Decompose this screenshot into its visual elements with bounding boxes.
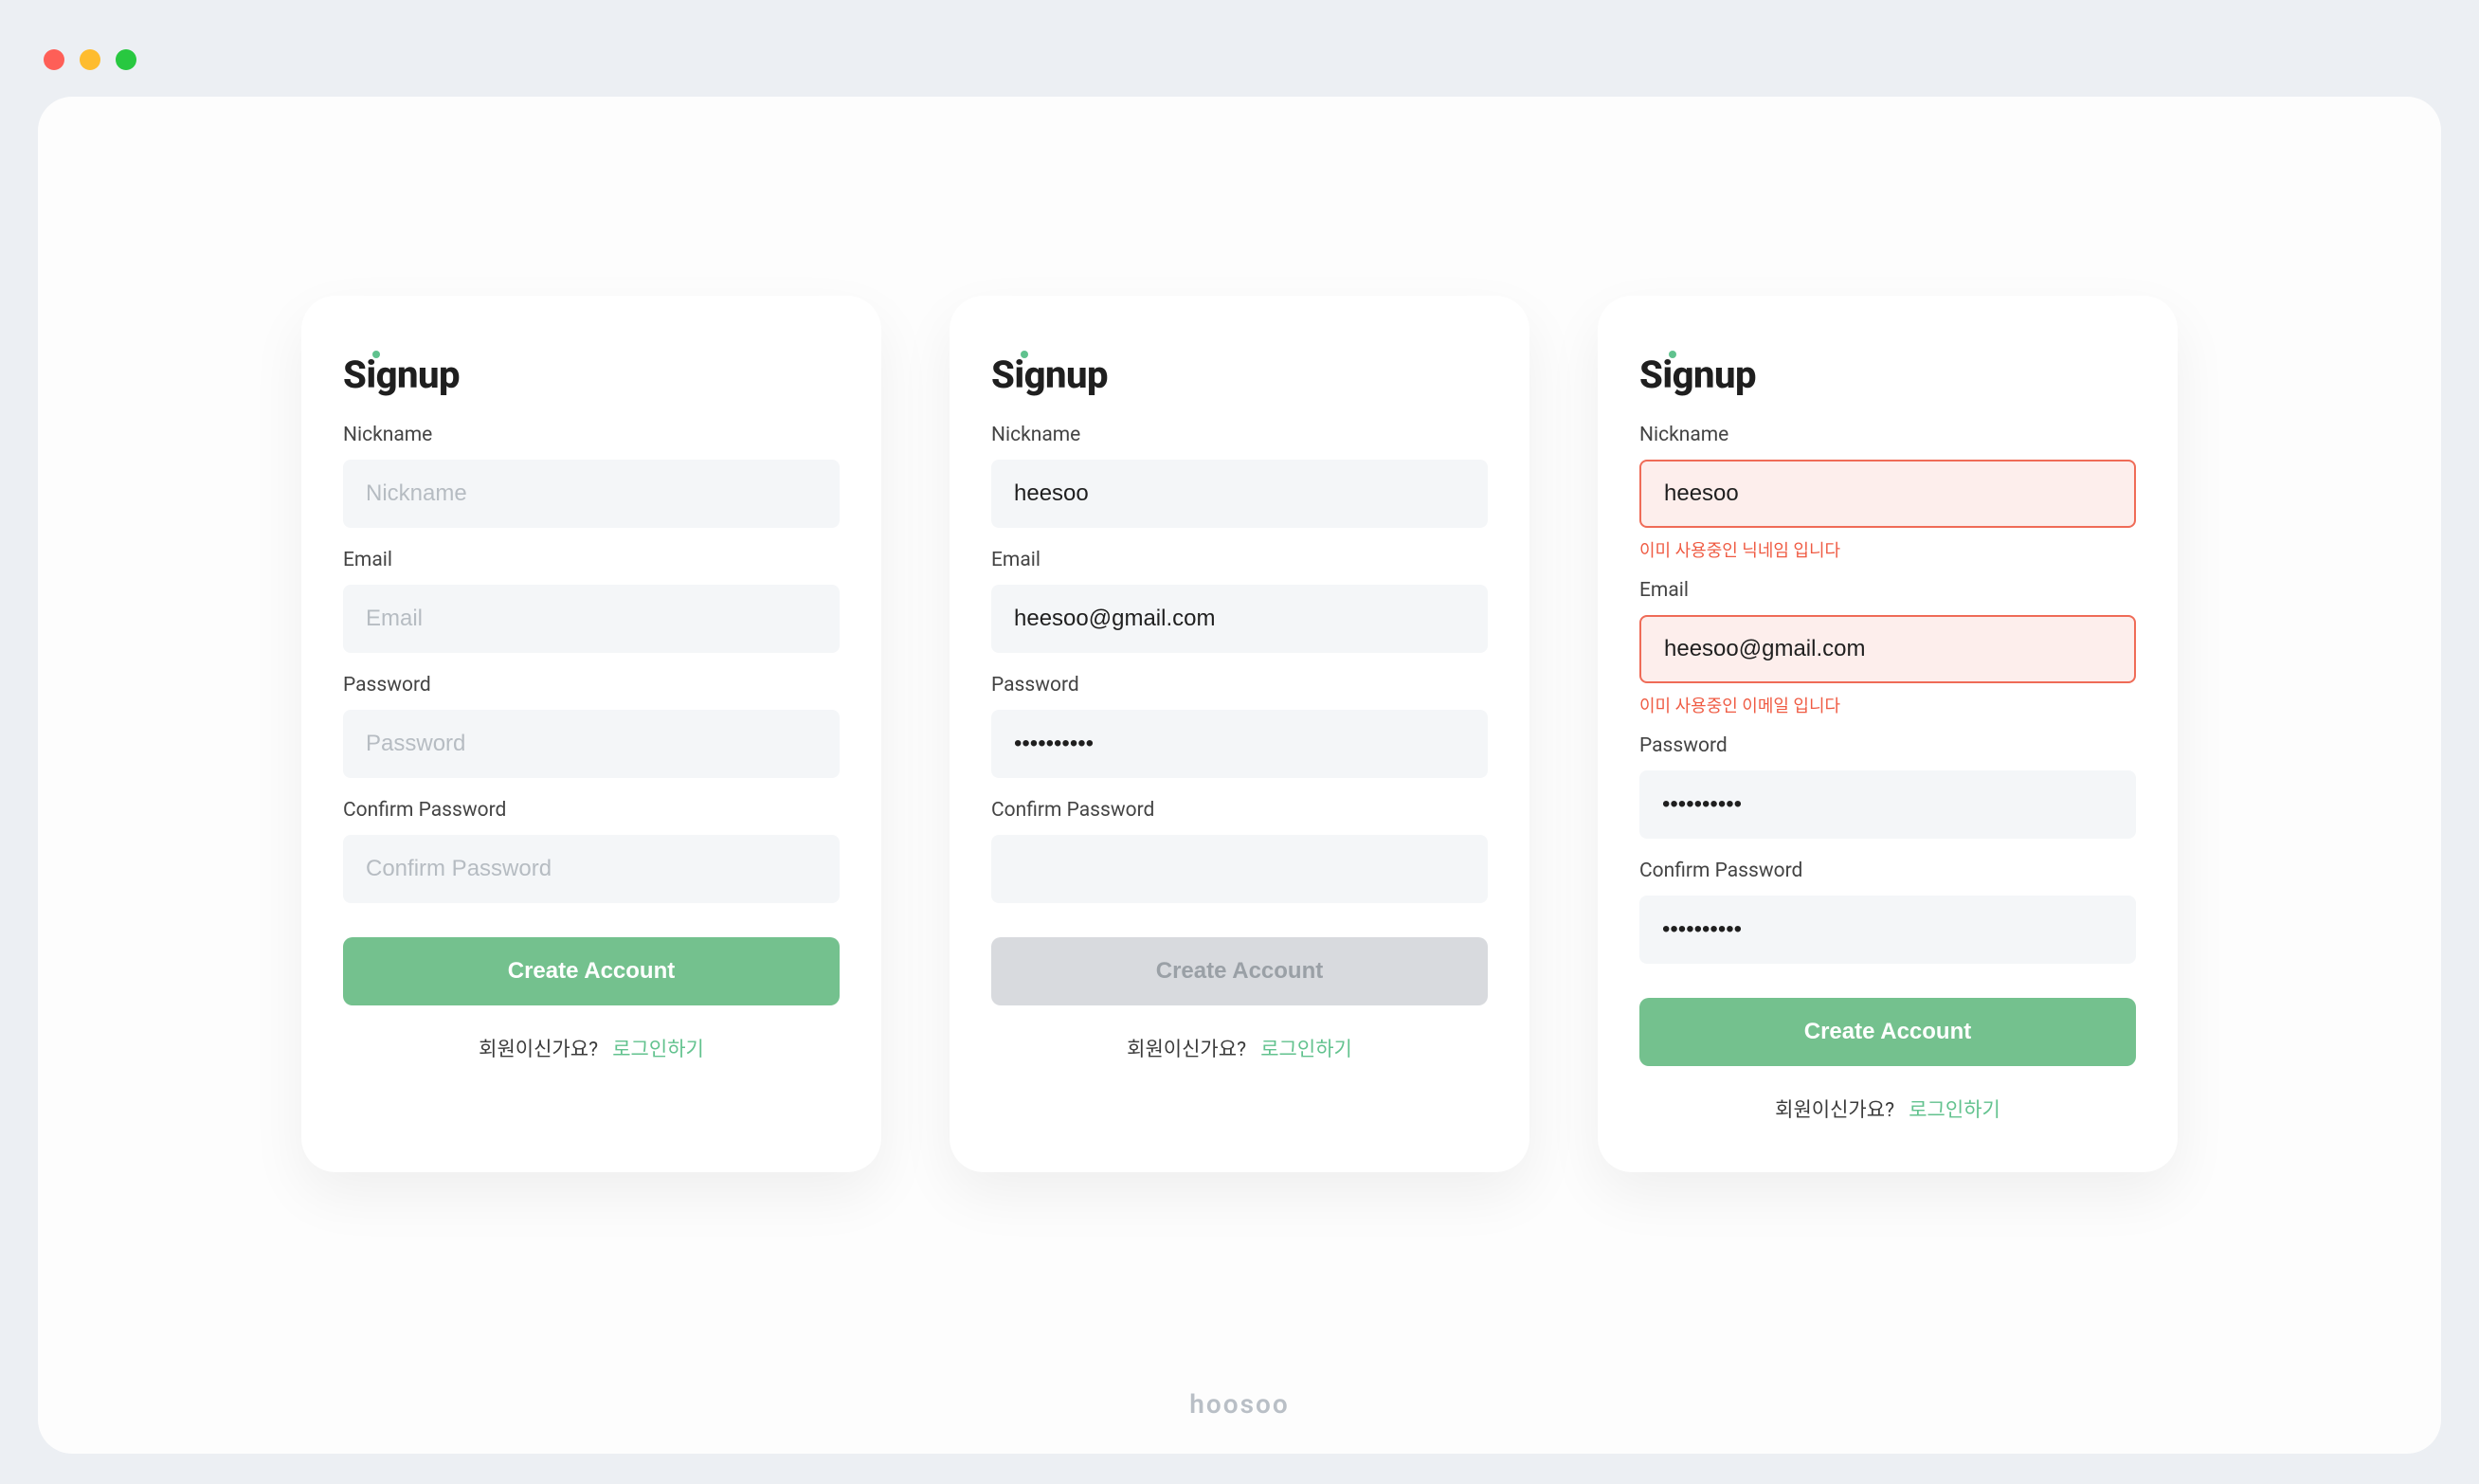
confirm-password-label: Confirm Password	[991, 799, 1488, 822]
card-title-text: Signup	[1639, 353, 1756, 397]
window-zoom-icon[interactable]	[116, 49, 136, 70]
confirm-password-input[interactable]	[1639, 896, 2136, 964]
nickname-error-text: 이미 사용중인 닉네임 입니다	[1639, 537, 2136, 562]
window-traffic-lights	[44, 49, 136, 70]
password-field: Password	[1639, 729, 2136, 839]
title-accent-dot-icon	[1021, 351, 1028, 358]
password-input[interactable]	[343, 710, 840, 778]
create-account-button[interactable]: Create Account	[343, 937, 840, 1005]
login-prompt-row: 회원이신가요? 로그인하기	[1639, 1095, 2136, 1123]
card-title-text: Signup	[343, 353, 460, 397]
nickname-input[interactable]	[1639, 460, 2136, 528]
window-minimize-icon[interactable]	[80, 49, 100, 70]
email-input[interactable]	[343, 585, 840, 653]
nickname-field: Nickname 이미 사용중인 닉네임 입니다	[1639, 424, 2136, 562]
confirm-password-label: Confirm Password	[343, 799, 840, 822]
email-label: Email	[991, 549, 1488, 571]
login-link[interactable]: 로그인하기	[1260, 1039, 1352, 1061]
password-field: Password	[343, 674, 840, 778]
confirm-password-field: Confirm Password	[1639, 860, 2136, 964]
confirm-password-field: Confirm Password	[343, 799, 840, 903]
nickname-input[interactable]	[343, 460, 840, 528]
confirm-password-field: Confirm Password	[991, 799, 1488, 903]
nickname-field: Nickname	[991, 424, 1488, 528]
nickname-label: Nickname	[343, 424, 840, 446]
email-error-text: 이미 사용중인 이메일 입니다	[1639, 693, 2136, 717]
confirm-password-label: Confirm Password	[1639, 860, 2136, 882]
login-link[interactable]: 로그인하기	[612, 1039, 704, 1061]
login-link[interactable]: 로그인하기	[1909, 1099, 2000, 1122]
title-accent-dot-icon	[372, 351, 380, 358]
login-prompt-text: 회원이신가요?	[479, 1039, 598, 1061]
create-account-button: Create Account	[991, 937, 1488, 1005]
nickname-input[interactable]	[991, 460, 1488, 528]
login-prompt-text: 회원이신가요?	[1775, 1099, 1894, 1122]
nickname-label: Nickname	[1639, 424, 2136, 446]
password-label: Password	[1639, 734, 2136, 757]
confirm-password-input[interactable]	[991, 835, 1488, 903]
create-account-button[interactable]: Create Account	[1639, 998, 2136, 1066]
card-title: Signup	[991, 353, 1108, 397]
password-label: Password	[991, 674, 1488, 697]
password-label: Password	[343, 674, 840, 697]
email-field: Email	[991, 549, 1488, 653]
email-field: Email 이미 사용중인 이메일 입니다	[1639, 573, 2136, 717]
password-field: Password	[991, 674, 1488, 778]
brand-logo: hoosoo	[1189, 1388, 1289, 1420]
login-prompt-row: 회원이신가요? 로그인하기	[343, 1034, 840, 1062]
signup-card-filled: Signup Nickname Email Password Confirm P…	[950, 296, 1529, 1172]
signup-card-error: Signup Nickname 이미 사용중인 닉네임 입니다 Email 이미…	[1598, 296, 2178, 1172]
nickname-label: Nickname	[991, 424, 1488, 446]
password-input[interactable]	[991, 710, 1488, 778]
email-label: Email	[343, 549, 840, 571]
signup-card-empty: Signup Nickname Email Password Confirm P…	[301, 296, 881, 1172]
email-field: Email	[343, 549, 840, 653]
card-title-text: Signup	[991, 353, 1108, 397]
brand-text: hoosoo	[1189, 1388, 1289, 1420]
email-label: Email	[1639, 579, 2136, 602]
page-surface: Signup Nickname Email Password Confirm P…	[38, 97, 2441, 1454]
title-accent-dot-icon	[1669, 351, 1676, 358]
window-close-icon[interactable]	[44, 49, 64, 70]
email-input[interactable]	[1639, 615, 2136, 683]
email-input[interactable]	[991, 585, 1488, 653]
login-prompt-row: 회원이신가요? 로그인하기	[991, 1034, 1488, 1062]
password-input[interactable]	[1639, 770, 2136, 839]
signup-variants-row: Signup Nickname Email Password Confirm P…	[301, 296, 2178, 1172]
login-prompt-text: 회원이신가요?	[1127, 1039, 1246, 1061]
nickname-field: Nickname	[343, 424, 840, 528]
card-title: Signup	[1639, 353, 1756, 397]
confirm-password-input[interactable]	[343, 835, 840, 903]
card-title: Signup	[343, 353, 460, 397]
